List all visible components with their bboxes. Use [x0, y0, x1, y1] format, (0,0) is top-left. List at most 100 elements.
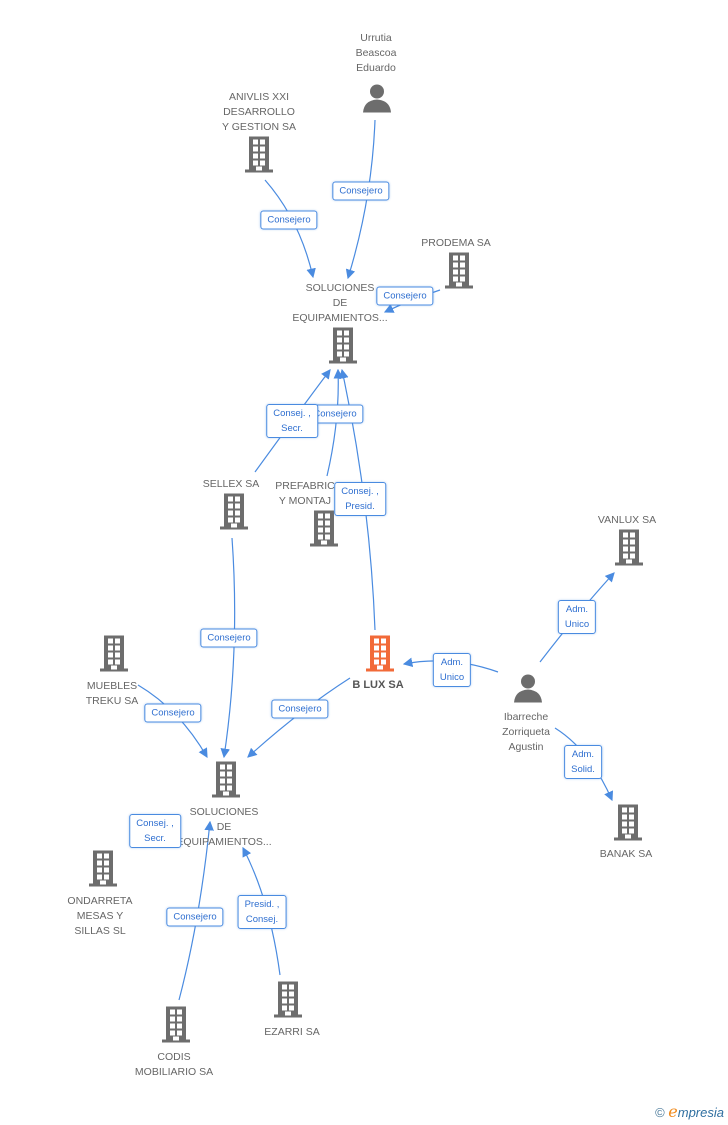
node-label-line: SOLUCIONES [189, 806, 259, 818]
relation-label-line: Consejero [339, 185, 383, 197]
node-label-line: MOBILIARIO SA [134, 1066, 214, 1078]
node-label-line: DESARROLLO [223, 106, 295, 118]
node-label-line: CODIS [157, 1051, 191, 1063]
node-label-line: DE [216, 821, 232, 833]
node-label-line: DE [332, 297, 348, 309]
relation-label-line: Consejero [278, 703, 322, 715]
network-diagram: Urrutia Beascoa Eduardo ANIVLIS XXI DESARROL… [0, 0, 728, 1125]
brand-initial: e [668, 1102, 678, 1121]
node-label-ondarreta[interactable]: ONDARRETA MESAS Y SILLAS SL [67, 894, 132, 939]
node-label-line: TREKU SA [85, 695, 139, 707]
relation-label-line: Secr. [281, 423, 303, 434]
relation-label-line: Secr. [144, 833, 166, 844]
building-icon[interactable] [220, 493, 248, 535]
relation-label-line: Adm. [440, 657, 464, 668]
relation-label-line: Consej. , [341, 486, 379, 497]
node-label-line: BANAK SA [599, 848, 653, 860]
person-icon[interactable] [362, 83, 392, 118]
node-label-line: SELLEX SA [202, 478, 260, 490]
node-label-vanlux[interactable]: VANLUX SA [598, 513, 656, 528]
relation-label[interactable]: Adm. Unico [557, 600, 597, 634]
building-icon[interactable] [445, 252, 473, 294]
person-icon[interactable] [513, 673, 543, 708]
relation-label[interactable]: Consejero [166, 907, 224, 927]
relation-label[interactable]: Consejero [200, 628, 258, 648]
relation-label[interactable]: Adm. Solid. [564, 745, 602, 779]
node-label-line: Y MONTAJ [278, 495, 332, 507]
relation-label-line: Adm. [571, 749, 595, 760]
node-label-sellex[interactable]: SELLEX SA [203, 477, 260, 492]
relation-label-line: Consejero [151, 707, 195, 719]
node-label-line: SOLUCIONES [305, 282, 375, 294]
relation-label-line: Consejero [207, 632, 251, 644]
building-icon[interactable] [614, 804, 642, 846]
building-icon[interactable] [162, 1006, 190, 1048]
node-label-line: Ibarreche [503, 711, 549, 723]
node-label-line: Y GESTION SA [222, 121, 296, 133]
node-label-codis[interactable]: CODIS MOBILIARIO SA [135, 1050, 213, 1080]
building-icon[interactable] [89, 850, 117, 892]
node-label-prefabric[interactable]: PREFABRIC Y MONTAJ [275, 479, 335, 509]
node-label-line: ONDARRETA [67, 895, 133, 907]
relation-label[interactable]: Adm. Unico [432, 653, 472, 687]
node-label-line: SILLAS SL [74, 925, 126, 937]
relation-label[interactable]: Consejero [376, 286, 434, 306]
node-label-blux[interactable]: B LUX SA [352, 678, 403, 693]
building-icon[interactable] [212, 761, 240, 803]
node-label-line: EZARRI SA [264, 1026, 320, 1038]
building-icon[interactable] [245, 136, 273, 178]
copyright-symbol: © [655, 1105, 665, 1120]
node-label-line: MESAS Y [76, 910, 124, 922]
relation-label[interactable]: Presid. , Consej. [237, 895, 287, 929]
node-label-line: EQUIPAMIENTOS... [176, 836, 272, 848]
relation-label-line: Consej. [245, 914, 279, 925]
node-label-line: PREFABRIC [275, 480, 335, 492]
node-label-ibarreche[interactable]: Ibarreche Zorriqueta Agustin [502, 710, 550, 755]
relation-label[interactable]: Consejero [332, 181, 390, 201]
relation-label-line: Presid. , [244, 899, 280, 910]
node-label-muebles[interactable]: MUEBLES TREKU SA [86, 679, 139, 709]
node-label-anivlis[interactable]: ANIVLIS XXI DESARROLLO Y GESTION SA [222, 90, 296, 135]
node-label-banak[interactable]: BANAK SA [600, 847, 653, 862]
relation-label[interactable]: Consejero [260, 210, 318, 230]
node-label-line: Agustin [508, 741, 544, 753]
node-label-prodema[interactable]: PRODEMA SA [421, 236, 490, 251]
relation-label-line: Presid. [345, 501, 375, 512]
building-icon[interactable] [310, 510, 338, 552]
relation-label[interactable]: Consej. , Secr. [266, 404, 318, 438]
node-label-line: EQUIPAMIENTOS... [292, 312, 388, 324]
edge-sellex-solbot [220, 537, 236, 759]
relation-label-line: Adm. [565, 604, 589, 615]
node-label-line: Zorriqueta [502, 726, 550, 738]
relation-label[interactable]: Consej. , Presid. [334, 482, 386, 516]
brand-name: mpresia [677, 1105, 724, 1120]
node-label-line: Urrutia [360, 32, 392, 44]
node-label-line: ANIVLIS XXI [228, 91, 290, 103]
relation-label[interactable]: Consejero [271, 699, 329, 719]
relation-label-line: Consej. , [136, 818, 174, 829]
relation-label[interactable]: Consejero [144, 703, 202, 723]
relation-label-line: Consej. , [273, 408, 311, 419]
node-label-line: Eduardo [356, 62, 396, 74]
building-icon[interactable] [366, 635, 394, 677]
node-label-line: B LUX SA [352, 679, 404, 691]
empresia-logo: © empresia [655, 1102, 724, 1121]
node-label-line: VANLUX SA [597, 514, 657, 526]
node-label-line: PRODEMA SA [421, 237, 491, 249]
building-icon[interactable] [274, 981, 302, 1023]
relation-label-line: Consejero [267, 214, 311, 226]
relation-label[interactable]: Consej. , Secr. [129, 814, 181, 848]
building-icon[interactable] [615, 529, 643, 571]
node-label-solbot[interactable]: SOLUCIONES DE EQUIPAMIENTOS... [176, 805, 271, 850]
relation-label-line: Unico [564, 619, 590, 630]
relation-label-line: Consejero [173, 911, 217, 923]
node-label-ezarri[interactable]: EZARRI SA [264, 1025, 319, 1040]
building-icon[interactable] [100, 635, 128, 677]
node-label-line: Beascoa [355, 47, 397, 59]
relation-label-line: Consejero [383, 290, 427, 302]
relation-label-line: Solid. [571, 764, 595, 775]
node-label-soltop[interactable]: SOLUCIONES DE EQUIPAMIENTOS... [292, 281, 387, 326]
node-label-line: MUEBLES [86, 680, 138, 692]
building-icon[interactable] [329, 327, 357, 369]
node-label-urrutia[interactable]: Urrutia Beascoa Eduardo [356, 31, 397, 76]
